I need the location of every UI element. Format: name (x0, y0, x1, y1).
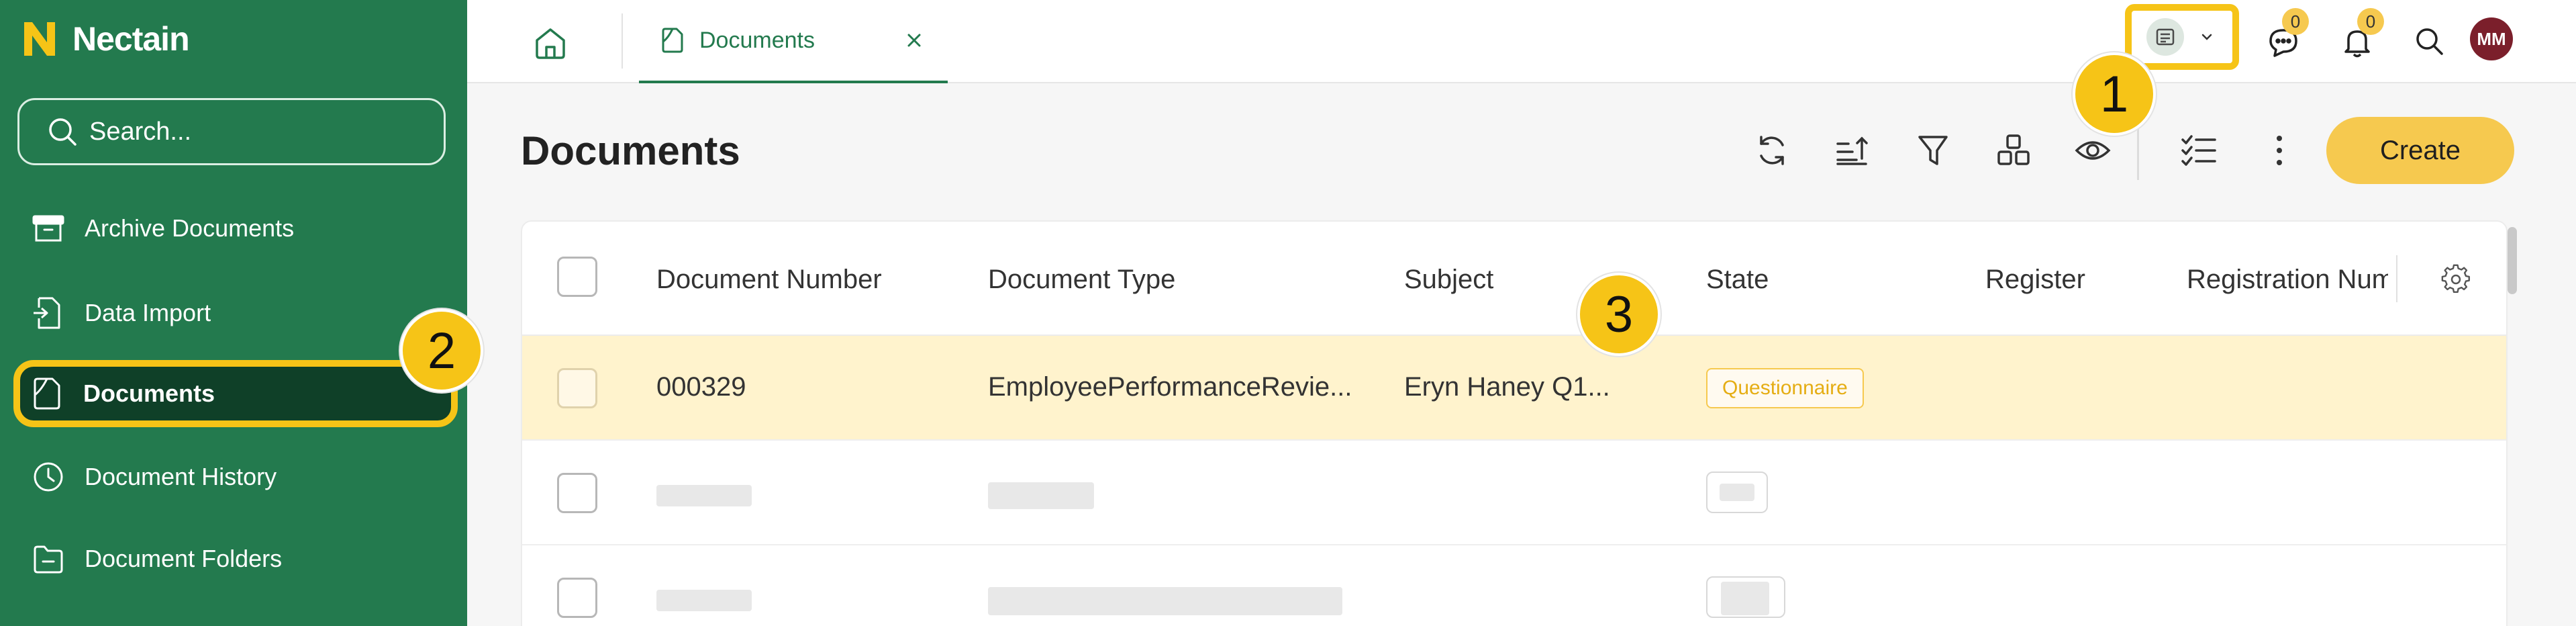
close-icon[interactable] (901, 27, 928, 54)
sidebar-item-label: Documents (83, 379, 215, 407)
skeleton-badge (1706, 472, 1768, 513)
search-input[interactable] (89, 117, 425, 146)
chevron-down-icon (2201, 34, 2212, 40)
folder-icon (34, 545, 63, 574)
refresh-icon (1760, 136, 1784, 165)
main-content: Documents Create Document Number Documen… (467, 83, 2576, 626)
notifications-count-badge: 0 (2357, 8, 2384, 35)
home-icon[interactable] (532, 24, 569, 62)
cell-document-type: EmployeePerformanceRevie... (988, 372, 1352, 402)
sidebar-item-label: Document Folders (85, 545, 283, 572)
row-checkbox[interactable] (557, 473, 597, 513)
table-header: Document Number Document Type Subject St… (522, 222, 2506, 336)
page-title: Documents (521, 128, 740, 173)
skeleton-bar (988, 587, 1342, 615)
column-divider (2396, 255, 2397, 302)
filter-button[interactable] (1913, 130, 1953, 171)
nectain-logo-icon (24, 22, 55, 56)
brand-name: Nectain (72, 20, 190, 58)
tab-divider (622, 13, 623, 69)
refresh-button[interactable] (1752, 130, 1792, 171)
step-marker-1: 1 (2073, 52, 2156, 136)
select-all-checkbox[interactable] (557, 257, 597, 297)
step-marker-2: 2 (400, 309, 483, 392)
search-icon (2416, 28, 2443, 55)
state-badge: Questionnaire (1706, 368, 1864, 408)
eye-icon (2075, 141, 2111, 160)
layout-button[interactable] (1993, 130, 2034, 171)
skeleton-bar (988, 482, 1094, 509)
messages-count-badge: 0 (2282, 8, 2309, 35)
visibility-button[interactable] (2073, 130, 2113, 171)
sidebar-item-label: Data Import (85, 299, 211, 326)
tab-label: Documents (699, 27, 815, 53)
more-options-button[interactable] (2259, 130, 2299, 171)
step-marker-3: 3 (1577, 273, 1661, 356)
user-avatar[interactable]: MM (2470, 17, 2513, 60)
archive-icon (32, 215, 64, 242)
column-header-subject[interactable]: Subject (1404, 265, 1493, 295)
brand[interactable]: Nectain (20, 19, 190, 59)
topbar: Documents 0 0 MM (467, 0, 2576, 83)
more-vertical-icon (2277, 136, 2282, 165)
column-header-state[interactable]: State (1706, 265, 1769, 295)
table-row[interactable]: 000329 EmployeePerformanceRevie... Eryn … (522, 336, 2506, 441)
gear-icon[interactable] (2440, 263, 2471, 294)
sort-button[interactable] (1832, 130, 1873, 171)
import-icon (34, 297, 60, 329)
sidebar-item-label: Document History (85, 463, 277, 490)
column-header-document-number[interactable]: Document Number (656, 265, 882, 295)
column-header-register[interactable]: Register (1985, 265, 2085, 295)
skeleton-bar (656, 485, 752, 506)
global-search-button[interactable] (2408, 20, 2451, 63)
skeleton-bar (1721, 582, 1769, 615)
row-checkbox[interactable] (557, 368, 597, 408)
search-icon (49, 118, 77, 146)
column-header-document-type[interactable]: Document Type (988, 265, 1175, 295)
cell-subject: Eryn Haney Q1... (1404, 372, 1610, 402)
filter-icon (1918, 136, 1948, 165)
skeleton-bar (656, 590, 752, 611)
sidebar: Nectain Archive Documents Data Import Do… (0, 0, 467, 626)
tab-documents[interactable]: Documents (639, 0, 948, 83)
row-checkbox[interactable] (557, 578, 597, 618)
sidebar-search[interactable] (17, 98, 446, 165)
create-button[interactable]: Create (2326, 117, 2514, 184)
skeleton-badge (1706, 576, 1785, 618)
workspace-icon (2156, 28, 2175, 46)
sidebar-item-documents[interactable]: Documents (13, 360, 458, 427)
sidebar-item-archive-documents[interactable]: Archive Documents (17, 195, 448, 262)
sidebar-item-document-history[interactable]: Document History (17, 443, 448, 510)
sort-icon (1836, 136, 1868, 165)
document-icon (34, 377, 60, 410)
column-header-registration-number[interactable]: Registration Num (2187, 265, 2388, 295)
document-icon (662, 28, 683, 53)
sidebar-item-label: Archive Documents (85, 214, 295, 242)
clock-icon (34, 462, 63, 492)
table-scrollbar[interactable] (2508, 227, 2517, 294)
checklist-icon (2181, 135, 2216, 166)
workspace-avatar (2146, 18, 2184, 56)
table-row-loading (522, 545, 2506, 626)
layout-icon (1997, 134, 2030, 165)
table-row-loading (522, 441, 2506, 545)
workspace-switcher[interactable] (2125, 4, 2239, 70)
skeleton-bar (1720, 484, 1754, 501)
cell-document-number: 000329 (656, 372, 746, 402)
sidebar-item-data-import[interactable]: Data Import (17, 279, 448, 347)
sidebar-item-document-folders[interactable]: Document Folders (17, 525, 448, 592)
documents-table: Document Number Document Type Subject St… (521, 220, 2508, 626)
toolbar-separator (2137, 124, 2139, 180)
bulk-select-button[interactable] (2179, 130, 2219, 171)
